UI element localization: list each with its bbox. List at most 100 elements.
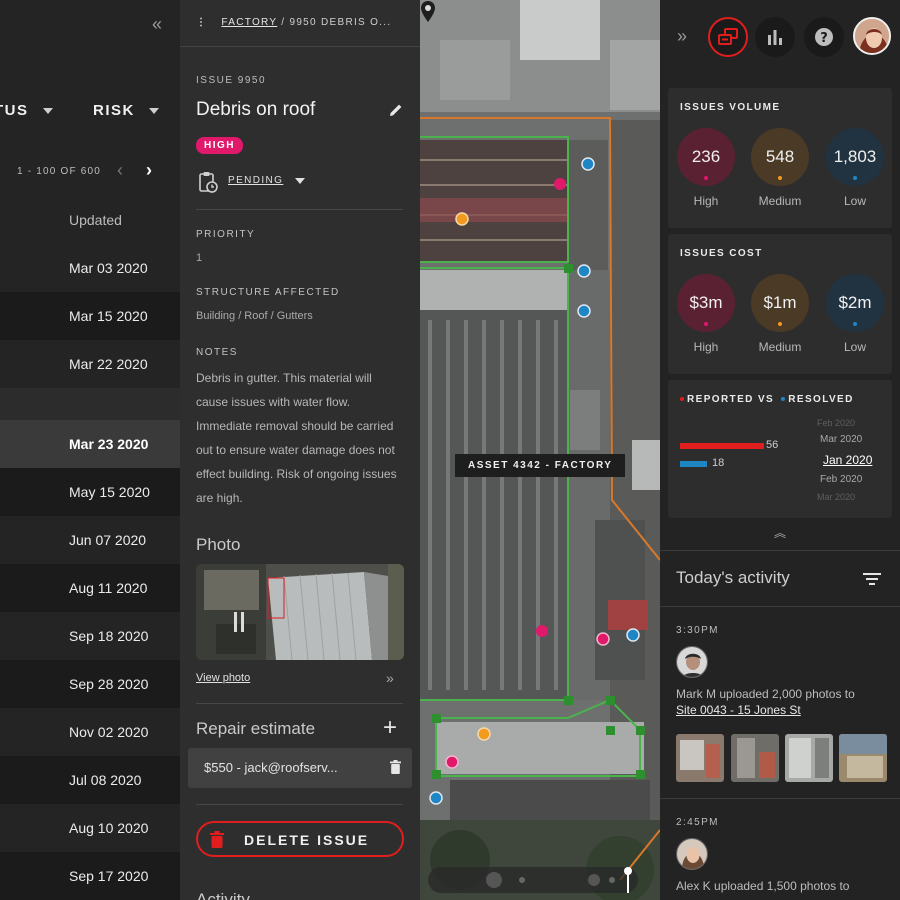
- issue-title: Debris on roof: [196, 99, 316, 120]
- photo-thumbnail[interactable]: [676, 734, 724, 782]
- chevron-down-icon[interactable]: [295, 178, 305, 184]
- divider: [196, 703, 403, 704]
- expand-panel-icon[interactable]: »: [677, 26, 687, 47]
- chevron-down-icon: [148, 108, 159, 115]
- help-icon: ?: [815, 28, 833, 46]
- layers-button[interactable]: [708, 17, 748, 57]
- activity-time: 2:45PM: [676, 817, 719, 828]
- repair-estimate-item[interactable]: $550 - jack@roofserv...: [188, 748, 412, 788]
- user-avatar[interactable]: [853, 17, 891, 55]
- table-row[interactable]: Sep 17 2020: [0, 852, 180, 900]
- map-pin-icon[interactable]: [420, 0, 436, 28]
- table-row[interactable]: Sep 28 2020: [0, 660, 180, 708]
- avatar[interactable]: [676, 838, 708, 870]
- divider: [196, 209, 403, 210]
- more-vertical-icon[interactable]: ⋮: [196, 17, 207, 28]
- breadcrumb-root-link[interactable]: FACTORY: [221, 17, 277, 28]
- divider: [660, 606, 900, 607]
- repair-estimate-text: $550 - jack@roofserv...: [204, 760, 338, 775]
- photo-thumbnail[interactable]: [785, 734, 833, 782]
- avatar[interactable]: [676, 646, 708, 678]
- structure-value: Building / Roof / Gutters: [196, 310, 313, 322]
- svg-text:?: ?: [820, 31, 828, 46]
- activity-description: Alex K uploaded 1,500 photos to: [676, 879, 850, 893]
- column-header-updated[interactable]: Updated: [69, 212, 122, 228]
- column-header-status-label: TUS: [0, 102, 29, 119]
- column-header-risk[interactable]: RISK: [93, 102, 159, 119]
- month-option-selected[interactable]: Jan 2020: [823, 453, 872, 467]
- legend-reported: REPORTED VS: [687, 394, 775, 405]
- trash-icon[interactable]: [390, 760, 401, 774]
- table-row[interactable]: Jul 08 2020: [0, 756, 180, 804]
- reported-bar: [680, 443, 764, 449]
- month-option[interactable]: Mar 2020: [820, 434, 862, 445]
- notes-label: NOTES: [196, 347, 238, 358]
- help-button[interactable]: ?: [804, 17, 844, 57]
- cost-high-stat[interactable]: $3m: [677, 274, 735, 332]
- double-chevron-up-icon[interactable]: ︽: [774, 524, 786, 541]
- stat-label: Low: [843, 194, 866, 208]
- activity-time: 3:30PM: [676, 625, 719, 636]
- add-icon[interactable]: +: [383, 714, 397, 742]
- status-dot: [853, 176, 857, 180]
- status-dot: [778, 322, 782, 326]
- repair-estimate-heading: Repair estimate: [196, 719, 316, 738]
- view-photo-link[interactable]: View photo: [196, 672, 250, 684]
- table-row[interactable]: Mar 22 2020: [0, 340, 180, 388]
- photo-thumbnail[interactable]: [731, 734, 779, 782]
- table-row-selected[interactable]: Mar 23 2020: [0, 420, 180, 468]
- edit-pencil-icon[interactable]: [388, 102, 404, 118]
- double-chevron-right-icon[interactable]: »: [386, 670, 394, 686]
- table-row[interactable]: Aug 10 2020: [0, 804, 180, 852]
- volume-medium-stat[interactable]: 548: [751, 128, 809, 186]
- site-link[interactable]: Site 0043 - 15 Jones St: [676, 703, 801, 717]
- analytics-button[interactable]: [755, 17, 795, 57]
- month-option[interactable]: Feb 2020: [817, 418, 855, 428]
- month-option[interactable]: Feb 2020: [820, 474, 862, 485]
- delete-issue-label: DELETE ISSUE: [244, 832, 370, 848]
- cost-low-stat[interactable]: $2m: [826, 274, 884, 332]
- aerial-map[interactable]: ASSET 4342 - FACTORY: [420, 0, 660, 900]
- stat-label: High: [693, 340, 719, 354]
- stat-label: Medium: [758, 340, 802, 354]
- stat-value: 236: [691, 147, 721, 166]
- column-header-status[interactable]: TUS: [0, 102, 53, 119]
- issues-volume-card: ISSUES VOLUME 236 548 1,803 High Medium …: [668, 88, 892, 228]
- table-row-spacer: [0, 388, 180, 420]
- issue-photo[interactable]: [196, 564, 404, 660]
- table-row[interactable]: Mar 03 2020: [0, 244, 180, 292]
- divider: [660, 550, 900, 551]
- photo-thumbnail[interactable]: [839, 734, 887, 782]
- stat-label: High: [693, 194, 719, 208]
- risk-badge: HIGH: [196, 137, 243, 154]
- table-row[interactable]: Aug 11 2020: [0, 564, 180, 612]
- legend-dot-reported: [680, 397, 684, 402]
- table-row[interactable]: Mar 15 2020: [0, 292, 180, 340]
- issue-detail-panel: ⋮ FACTORY / 9950 DEBRIS O... ISSUE 9950 …: [180, 0, 420, 900]
- reported-vs-resolved-card: REPORTED VS RESOLVED 56 18 Feb 2020 Mar …: [668, 380, 892, 518]
- breadcrumb: ⋮ FACTORY / 9950 DEBRIS O...: [196, 17, 391, 28]
- delete-issue-button[interactable]: DELETE ISSUE: [196, 821, 404, 857]
- cost-medium-stat[interactable]: $1m: [751, 274, 809, 332]
- activity-heading: Activity: [196, 890, 250, 900]
- status-dropdown[interactable]: PENDING: [228, 175, 283, 186]
- chevron-right-icon[interactable]: ›: [146, 160, 152, 181]
- asset-label[interactable]: ASSET 4342 - FACTORY: [455, 454, 626, 477]
- month-option[interactable]: Mar 2020: [817, 492, 855, 502]
- stat-label: Low: [843, 340, 866, 354]
- table-row[interactable]: Nov 02 2020: [0, 708, 180, 756]
- map-timeline-scrubber[interactable]: [428, 867, 638, 893]
- legend-dot-resolved: [781, 397, 786, 402]
- stat-label: Medium: [758, 194, 802, 208]
- notes-text: Debris in gutter. This material will cau…: [196, 371, 397, 505]
- chevron-down-icon: [42, 108, 53, 115]
- volume-low-stat[interactable]: 1,803: [826, 128, 884, 186]
- table-row[interactable]: Sep 18 2020: [0, 612, 180, 660]
- chevron-left-icon[interactable]: ‹: [117, 160, 123, 181]
- table-row[interactable]: May 15 2020: [0, 468, 180, 516]
- volume-high-stat[interactable]: 236: [677, 128, 735, 186]
- collapse-panel-icon[interactable]: «: [152, 14, 162, 35]
- filter-icon[interactable]: [863, 572, 881, 586]
- issue-number: ISSUE 9950: [196, 75, 267, 86]
- table-row[interactable]: Jun 07 2020: [0, 516, 180, 564]
